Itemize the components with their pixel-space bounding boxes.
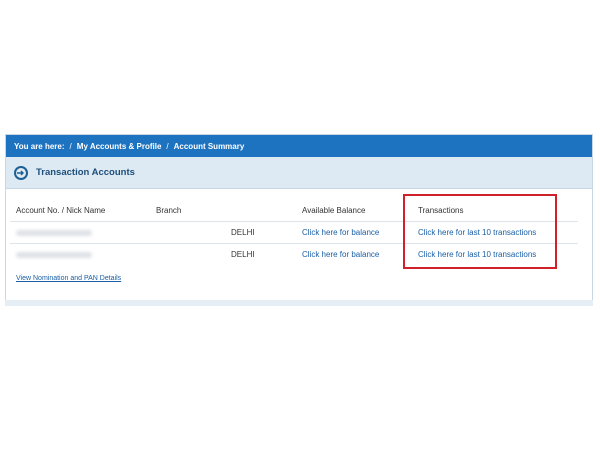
breadcrumb-prefix: You are here: <box>14 141 65 151</box>
column-header-account: Account No. / Nick Name <box>16 206 106 215</box>
breadcrumb-separator: / <box>69 141 72 151</box>
nomination-pan-link[interactable]: View Nomination and PAN Details <box>16 275 121 282</box>
transactions-highlight-box <box>403 194 557 269</box>
column-header-branch: Branch <box>156 206 182 215</box>
breadcrumb-item-my-accounts[interactable]: My Accounts & Profile <box>77 142 162 151</box>
balance-link[interactable]: Click here for balance <box>302 250 379 259</box>
section-header: Transaction Accounts <box>6 157 592 189</box>
balance-link[interactable]: Click here for balance <box>302 228 379 237</box>
circle-arrow-icon <box>14 165 28 180</box>
breadcrumb-separator: / <box>166 141 169 151</box>
column-header-balance: Available Balance <box>302 206 366 215</box>
section-title: Transaction Accounts <box>36 167 135 178</box>
breadcrumb: You are here: / My Accounts & Profile / … <box>6 135 592 157</box>
branch-cell: DELHI <box>231 228 255 237</box>
account-number-redacted <box>16 230 92 236</box>
panel-footer-band <box>5 300 593 306</box>
account-number-redacted <box>16 252 92 258</box>
branch-cell: DELHI <box>231 250 255 259</box>
breadcrumb-item-account-summary: Account Summary <box>173 141 245 151</box>
